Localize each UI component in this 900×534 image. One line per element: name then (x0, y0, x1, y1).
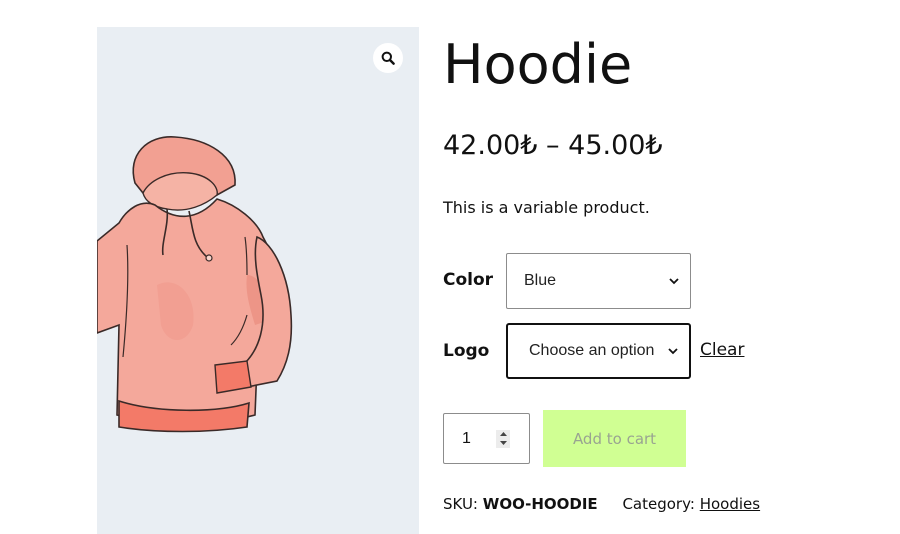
caret-down-icon (499, 441, 507, 445)
logo-select[interactable]: Choose an option (506, 323, 691, 379)
product-title: Hoodie (443, 33, 633, 96)
category-label: Category: (622, 495, 695, 513)
quantity-stepper[interactable]: 1 (443, 413, 530, 464)
chevron-down-icon (668, 275, 680, 287)
sku-label: SKU: (443, 495, 478, 513)
category-link-hoodies[interactable]: Hoodies (700, 495, 760, 513)
add-to-cart-button[interactable]: Add to cart (543, 410, 686, 467)
price-range: 42.00₺ – 45.00₺ (443, 130, 663, 161)
product-description: This is a variable product. (443, 198, 650, 217)
color-label: Color (443, 270, 494, 290)
quantity-spinner[interactable] (496, 429, 510, 448)
hoodie-image (97, 136, 293, 433)
product-gallery (97, 27, 419, 534)
magnifier-icon (381, 51, 395, 65)
product-meta: SKU: WOO-HOODIE Category: Hoodies (443, 495, 760, 513)
color-select[interactable]: Blue (506, 253, 691, 309)
logo-select-value: Choose an option (529, 342, 655, 359)
color-select-value: Blue (524, 272, 557, 289)
quantity-value: 1 (462, 429, 471, 447)
product-page: Hoodie 42.00₺ – 45.00₺ This is a variabl… (0, 0, 900, 534)
caret-up-icon (499, 432, 507, 436)
category: Category: Hoodies (622, 495, 760, 513)
clear-variations-link[interactable]: Clear (700, 340, 744, 360)
zoom-button[interactable] (373, 43, 403, 73)
logo-label: Logo (443, 341, 490, 361)
sku-value: WOO-HOODIE (482, 495, 598, 513)
chevron-down-icon (667, 345, 679, 357)
